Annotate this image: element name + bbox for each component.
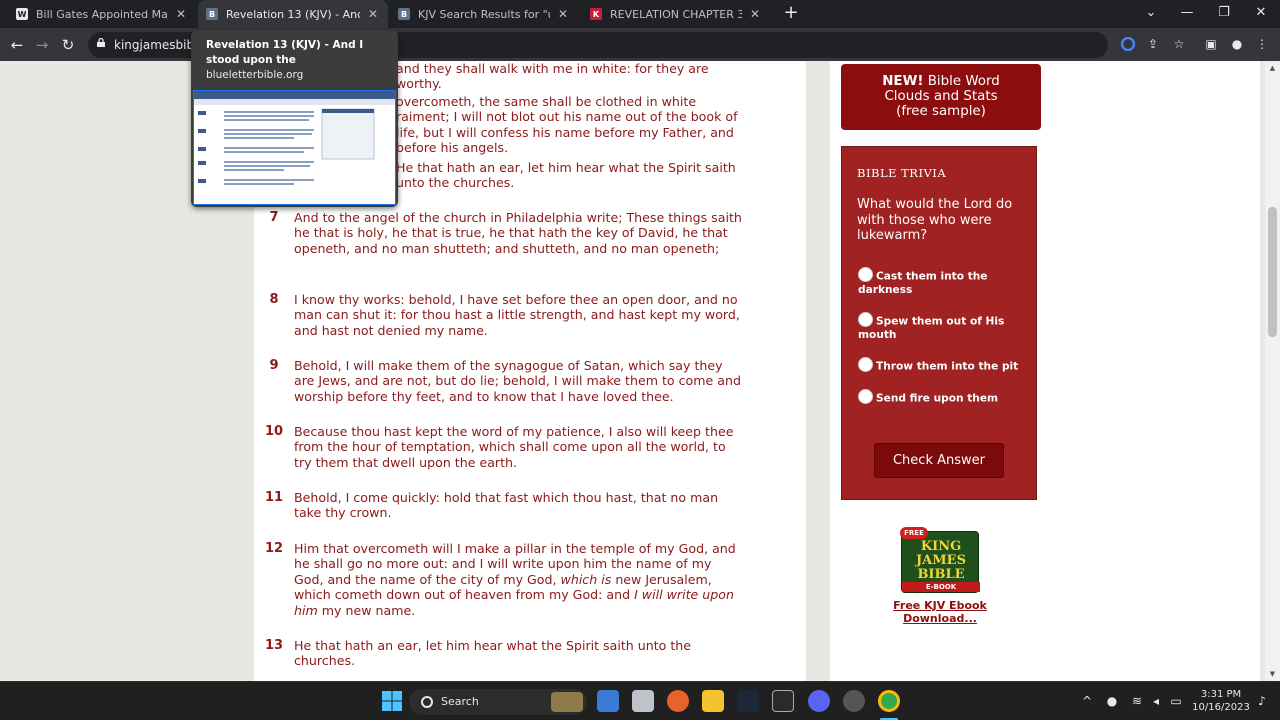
menu-icon[interactable]: ⋮ [1253,35,1271,53]
trivia-option[interactable]: Cast them into the darkness [858,267,1028,297]
verse-13: 13 He that hath an ear, let him hear wha… [265,638,744,669]
verse-text: I know thy works: behold, I have set bef… [294,292,740,338]
trivia-option[interactable]: Throw them into the pit [858,357,1028,374]
check-answer-button[interactable]: Check Answer [874,443,1004,478]
verse-number[interactable]: 9 [264,358,284,373]
forward-icon[interactable]: → [30,33,54,57]
kjv-icon: K [590,8,602,20]
new-tab-button[interactable]: + [781,3,801,23]
verse-7: 7 And to the angel of the church in Phil… [269,210,744,256]
taskbar-search[interactable]: Search [409,689,587,715]
bible-icon: B [398,8,410,20]
steam-icon[interactable] [737,690,759,712]
notification-bell-icon[interactable]: ♪ [1253,682,1271,720]
close-window-button[interactable]: ✕ [1243,0,1279,28]
search-highlight-icon [551,692,583,712]
tab-hover-card: Revelation 13 (KJV) - And I stood upon t… [191,30,398,207]
chrome-icon[interactable] [878,690,900,712]
maximize-button[interactable]: ❐ [1206,0,1242,28]
verse-text: He that hath an ear, let him hear what t… [294,638,692,669]
tab-strip: W Bill Gates Appointed Major Stak ✕ B Re… [0,0,1280,28]
epic-games-icon[interactable] [772,690,794,712]
close-tab-icon[interactable]: ✕ [366,7,380,21]
task-view-icon[interactable] [632,690,654,712]
search-icon [421,696,433,708]
verse-text: overcometh, the same shall be clothed in… [396,94,738,156]
radio-button[interactable] [858,312,873,327]
tray-overflow-icon[interactable]: ^ [1078,682,1096,720]
file-explorer-icon[interactable] [702,690,724,712]
preview-image [194,91,395,185]
windows-start-icon[interactable] [381,690,403,712]
widgets-icon[interactable] [597,690,619,712]
side-panel-icon[interactable]: ▣ [1202,35,1220,53]
word-clouds-promo-button[interactable]: NEW! Bible Word Clouds and Stats (free s… [841,64,1041,130]
close-tab-icon[interactable]: ✕ [174,7,188,21]
volume-icon[interactable]: ◂ [1148,682,1164,720]
share-icon[interactable]: ⇪ [1144,35,1162,53]
verse-number[interactable]: 7 [264,210,284,225]
verse-text: Behold, I come quickly: hold that fast w… [294,490,719,521]
microphone-icon[interactable]: ● [1104,682,1120,720]
page-icon: W [16,8,28,20]
kjv-ebook-image[interactable]: KING JAMES BIBLE E-BOOK FREE [900,527,980,595]
tab-revelation-3[interactable]: K REVELATION CHAPTER 3 KJV ✕ [582,0,770,28]
taskbar-clock[interactable]: 3:31 PM 10/16/2023 [1190,688,1252,714]
ebook-download-link[interactable]: Free KJV Ebook Download... [860,599,1020,625]
trivia-question: What would the Lord do with those who we… [857,197,1013,243]
trivia-option[interactable]: Send fire upon them [858,389,1028,406]
reload-icon[interactable]: ↻ [56,33,80,57]
close-tab-icon[interactable]: ✕ [556,7,570,21]
verse-number[interactable]: 8 [264,292,284,307]
trivia-option[interactable]: Spew them out of His mouth [858,312,1028,342]
wifi-icon[interactable]: ≋ [1128,682,1146,720]
profile-icon[interactable]: ● [1228,35,1246,53]
hover-card-domain: blueletterbible.org [206,69,304,81]
scroll-down-icon[interactable]: ▼ [1268,670,1277,678]
minimize-button[interactable]: — [1169,0,1205,28]
windows-taskbar: Search ^ ● ≋ ◂ ▭ 3:31 PM 10/16/2023 ♪ [0,681,1280,720]
verse-10: 10 Because thou hast kept the word of my… [265,424,744,470]
free-badge: FREE [900,527,928,539]
verse-12: 12 Him that overcometh will I make a pil… [265,541,744,618]
app-icon[interactable] [843,690,865,712]
radio-button[interactable] [858,389,873,404]
google-icon[interactable] [1119,35,1137,53]
back-icon[interactable]: ← [5,33,29,57]
verse-9: 9 Behold, I will make them of the synago… [269,358,744,404]
verse-text: Him that overcometh will I make a pillar… [294,541,736,618]
verse-number[interactable]: 13 [264,638,284,653]
ebook-cover: KING JAMES BIBLE E-BOOK [901,531,980,593]
hover-card-title: Revelation 13 (KJV) - And I stood upon t… [206,39,364,66]
verse-text: And to the angel of the church in Philad… [294,210,742,256]
verse-text: Because thou hast kept the word of my pa… [294,424,734,470]
discord-icon[interactable] [808,690,830,712]
radio-button[interactable] [858,267,873,282]
firefox-icon[interactable] [667,690,689,712]
close-tab-icon[interactable]: ✕ [748,7,762,21]
tab-revelation-13[interactable]: B Revelation 13 (KJV) - And I stoo ✕ [198,0,388,28]
battery-icon[interactable]: ▭ [1167,682,1185,720]
page-scrollbar[interactable]: ▲ ▼ [1265,61,1280,681]
tab-search-icon[interactable]: ⌄ [1133,0,1169,28]
verse-number[interactable]: 12 [264,541,284,556]
bookmark-star-icon[interactable]: ☆ [1170,35,1188,53]
trivia-heading: BIBLE TRIVIA [857,166,947,180]
sidebar: NEW! Bible Word Clouds and Stats (free s… [830,61,1260,681]
scroll-up-icon[interactable]: ▲ [1268,64,1277,72]
verse-number[interactable]: 10 [264,424,284,439]
bible-trivia-widget: BIBLE TRIVIA What would the Lord do with… [841,146,1037,500]
tab-bill-gates[interactable]: W Bill Gates Appointed Major Stak ✕ [8,0,196,28]
lock-icon [97,38,105,47]
bible-icon: B [206,8,218,20]
tab-kjv-search[interactable]: B KJV Search Results for "upon" A ✕ [390,0,578,28]
radio-button[interactable] [858,357,873,372]
verse-8: 8 I know thy works: behold, I have set b… [269,292,744,338]
page-preview-thumbnail [193,90,396,205]
verse-number[interactable]: 11 [264,490,284,505]
verse-text: Behold, I will make them of the synagogu… [294,358,741,404]
scrollbar-thumb[interactable] [1268,207,1277,337]
verse-11: 11 Behold, I come quickly: hold that fas… [265,490,744,521]
